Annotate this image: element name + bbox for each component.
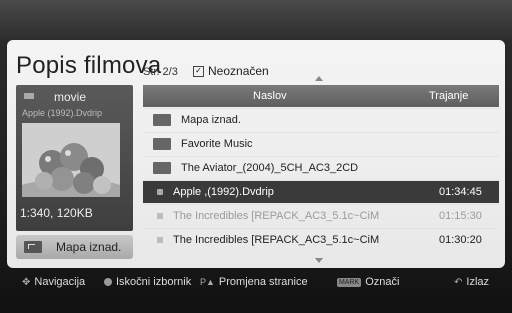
checkbox-icon[interactable]: ✓	[193, 65, 204, 77]
nav-mark[interactable]: MARK Označi	[337, 276, 399, 288]
scroll-up-icon[interactable]	[315, 76, 323, 81]
list-item-folder[interactable]: Favorite Music	[143, 132, 499, 155]
movie-file-icon	[157, 189, 163, 195]
exit-icon: ↶	[454, 276, 463, 288]
list-header: Naslov Trajanje	[143, 85, 499, 107]
page-title: Popis filmova	[16, 52, 162, 79]
list-item-folder[interactable]: The Aviator_(2004)_5CH_AC3_2CD	[143, 156, 499, 179]
unmarked-filter[interactable]: ✓ Neoznačen	[193, 64, 269, 78]
movie-list: Naslov Trajanje Mapa iznad. Favorite Mus…	[143, 85, 499, 256]
nav-navigation[interactable]: ✥ Navigacija	[22, 276, 85, 288]
movie-file-icon	[157, 213, 163, 219]
folder-icon	[153, 138, 171, 150]
scroll-down-icon[interactable]	[315, 258, 323, 263]
list-item-file[interactable]: The Incredibles [REPACK_AC3_5.1c~CiM 01:…	[143, 204, 499, 227]
list-item-name: Mapa iznad.	[181, 114, 241, 126]
list-item-name: Apple ,(1992).Dvdrip	[173, 186, 274, 198]
folder-up-icon	[153, 114, 171, 126]
list-item-name: The Incredibles [REPACK_AC3_5.1c~CiM	[173, 210, 380, 222]
preview-file-info: 1:340, 120KB	[20, 206, 93, 220]
column-title: Naslov	[253, 90, 287, 102]
list-item-file[interactable]: Apple ,(1992).Dvdrip 01:34:45	[143, 180, 499, 203]
nav-popup-menu-label: Iskočni izbornik	[116, 276, 192, 288]
top-strip	[0, 0, 512, 40]
nav-change-page-label: Promjena stranice	[218, 276, 308, 288]
list-item-duration: 01:30:20	[439, 234, 482, 246]
movie-thumbnail	[22, 123, 120, 197]
nav-change-page[interactable]: P▲ Promjena stranice	[200, 276, 308, 288]
bottom-navbar: ✥ Navigacija Iskočni izbornik P▲ Promjen…	[0, 271, 512, 295]
column-duration: Trajanje	[429, 90, 469, 102]
parent-folder-button[interactable]: Mapa iznad.	[16, 235, 133, 259]
list-item-name: The Aviator_(2004)_5CH_AC3_2CD	[181, 162, 359, 174]
list-item-name: The Incredibles [REPACK_AC3_5.1c~CiM	[173, 234, 380, 246]
apples-image-icon	[22, 123, 120, 197]
folder-up-icon	[24, 241, 42, 253]
preview-card: movie Apple (1992).Dvdrip 1:340, 120KB	[16, 85, 133, 231]
navigation-arrows-icon: ✥	[22, 276, 31, 288]
preview-file-name: Apple (1992).Dvdrip	[22, 108, 103, 118]
unmarked-label: Neoznačen	[208, 64, 269, 78]
folder-icon	[153, 162, 171, 174]
nav-navigation-label: Navigacija	[34, 276, 86, 288]
folder-icon	[24, 93, 34, 99]
mark-key-icon: MARK	[337, 277, 362, 287]
page-indicator: Str. 2/3	[143, 66, 178, 78]
list-item-name: Favorite Music	[181, 138, 253, 150]
ok-button-icon	[104, 278, 112, 286]
nav-exit-label: Izlaz	[466, 276, 490, 288]
list-item-duration: 01:15:30	[439, 210, 482, 222]
list-item-folder[interactable]: Mapa iznad.	[143, 108, 499, 131]
movie-file-icon	[157, 237, 163, 243]
nav-mark-label: Označi	[365, 276, 400, 288]
parent-folder-label: Mapa iznad.	[56, 240, 122, 254]
nav-exit[interactable]: ↶ Izlaz	[454, 276, 489, 288]
preview-folder-name: movie	[54, 90, 87, 104]
nav-popup-menu[interactable]: Iskočni izbornik	[104, 276, 191, 288]
list-item-duration: 01:34:45	[439, 186, 482, 198]
list-item-file[interactable]: The Incredibles [REPACK_AC3_5.1c~CiM 01:…	[143, 228, 499, 251]
page-keys-icon: P▲	[200, 277, 215, 287]
